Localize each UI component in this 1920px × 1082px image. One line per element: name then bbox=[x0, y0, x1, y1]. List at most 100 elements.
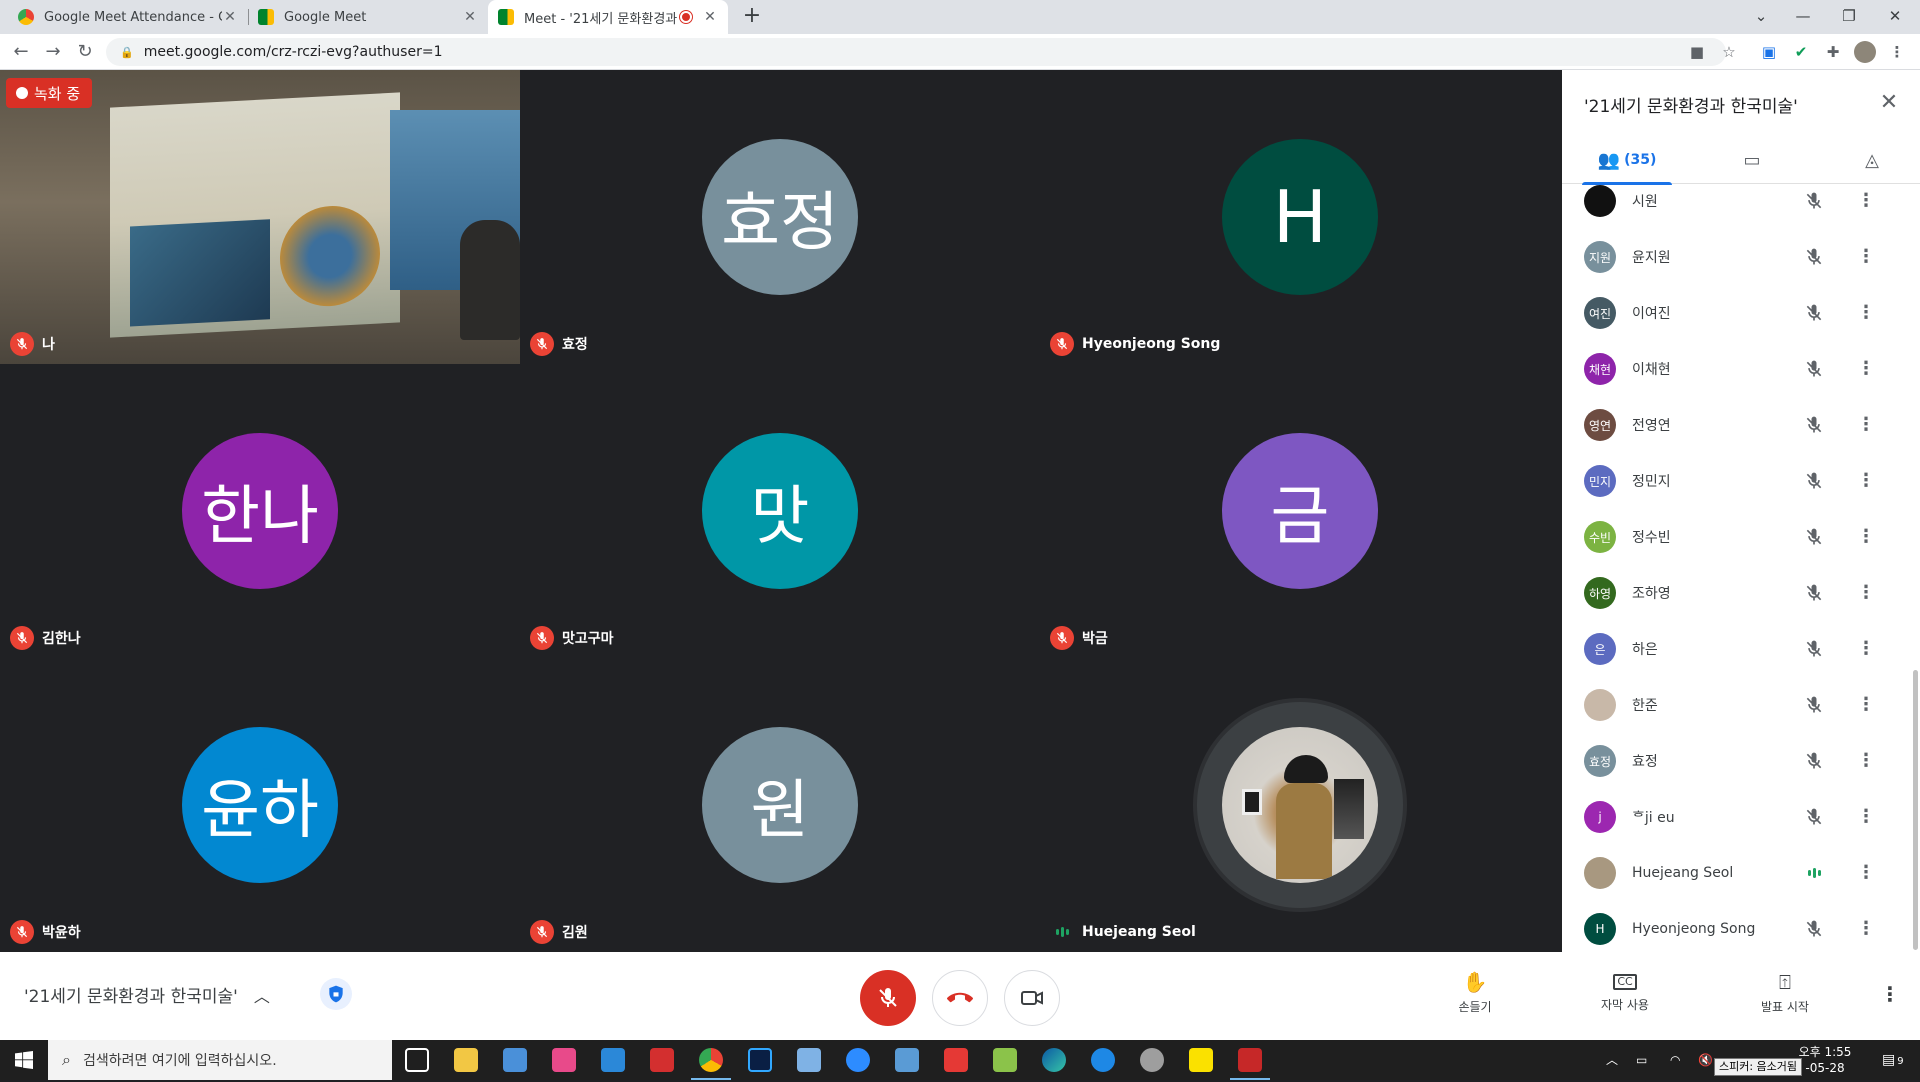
mic-off-icon[interactable] bbox=[1802, 469, 1826, 493]
app-icon[interactable] bbox=[993, 1048, 1017, 1072]
zoom-icon[interactable] bbox=[846, 1048, 870, 1072]
bookmark-star-icon[interactable]: ☆ bbox=[1718, 41, 1740, 63]
camera-toggle-button[interactable] bbox=[1004, 970, 1060, 1026]
tile-participant[interactable]: 한나 김한나 bbox=[0, 364, 520, 658]
participant-row[interactable]: j ᄒji eu ⋮ bbox=[1562, 789, 1920, 845]
close-panel-icon[interactable]: ✕ bbox=[1874, 88, 1904, 118]
battery-icon[interactable]: ▭ bbox=[1636, 1040, 1647, 1080]
app-icon[interactable] bbox=[944, 1048, 968, 1072]
participant-row[interactable]: 수빈 정수빈 ⋮ bbox=[1562, 509, 1920, 565]
participant-row[interactable]: 채현 이채현 ⋮ bbox=[1562, 341, 1920, 397]
new-tab-button[interactable]: + bbox=[738, 0, 766, 34]
more-options-icon[interactable]: ⋮ bbox=[1854, 301, 1878, 325]
more-options-icon[interactable]: ⋮ bbox=[1854, 357, 1878, 381]
mic-off-icon[interactable] bbox=[1802, 525, 1826, 549]
calculator-icon[interactable] bbox=[503, 1048, 527, 1072]
profile-menu-icon[interactable]: ⌄ bbox=[1738, 0, 1784, 34]
mic-off-icon[interactable] bbox=[1802, 637, 1826, 661]
extension-screen-icon[interactable]: ▣ bbox=[1758, 41, 1780, 63]
panel-scrollbar[interactable] bbox=[1913, 670, 1918, 950]
more-options-icon[interactable]: ⋮ bbox=[1854, 693, 1878, 717]
tab-activities[interactable]: ◬ bbox=[1832, 136, 1912, 184]
tile-participant[interactable]: 원 김원 bbox=[520, 658, 1040, 952]
windows-start-icon[interactable] bbox=[0, 1040, 48, 1080]
address-bar[interactable]: 🔒 meet.google.com/crz-rczi-evg?authuser=… bbox=[106, 38, 1726, 66]
participant-row[interactable]: 은 하은 ⋮ bbox=[1562, 621, 1920, 677]
mic-off-icon[interactable] bbox=[1802, 805, 1826, 829]
tab-attendance[interactable]: Google Meet Attendance - Chro ✕ bbox=[8, 0, 248, 34]
photoshop-icon[interactable] bbox=[748, 1048, 772, 1072]
participant-row[interactable]: 한준 ⋮ bbox=[1562, 677, 1920, 733]
mic-off-icon[interactable] bbox=[1802, 189, 1826, 213]
more-options-icon[interactable]: ⋮ bbox=[1854, 861, 1878, 885]
back-button[interactable]: ← bbox=[8, 39, 34, 65]
tab-chat[interactable]: ▭ bbox=[1712, 136, 1792, 184]
maximize-button[interactable]: ❐ bbox=[1826, 0, 1872, 34]
kakaotalk-icon[interactable] bbox=[1189, 1048, 1213, 1072]
host-controls-icon[interactable] bbox=[320, 978, 352, 1010]
more-options-icon[interactable]: ⋮ bbox=[1854, 749, 1878, 773]
browser-menu-icon[interactable]: ⋮ bbox=[1886, 41, 1908, 63]
app-icon[interactable] bbox=[797, 1048, 821, 1072]
more-options-icon[interactable]: ⋮ bbox=[1854, 805, 1878, 829]
more-options-icon[interactable]: ⋮ bbox=[1880, 982, 1900, 1006]
mic-toggle-button[interactable] bbox=[860, 970, 916, 1026]
participant-row[interactable]: 민지 정민지 ⋮ bbox=[1562, 453, 1920, 509]
participant-row[interactable]: 여진 이여진 ⋮ bbox=[1562, 285, 1920, 341]
tile-participant[interactable]: 효정 효정 bbox=[520, 70, 1040, 364]
network-icon[interactable]: ◠ bbox=[1670, 1040, 1680, 1080]
mic-off-icon[interactable] bbox=[1802, 301, 1826, 325]
mic-off-icon[interactable] bbox=[1802, 693, 1826, 717]
chrome-taskbar-icon[interactable] bbox=[691, 1048, 731, 1080]
file-explorer-icon[interactable] bbox=[454, 1048, 478, 1072]
more-options-icon[interactable]: ⋮ bbox=[1854, 245, 1878, 269]
tab-google-meet[interactable]: Google Meet ✕ bbox=[248, 0, 488, 34]
close-tab-icon[interactable]: ✕ bbox=[222, 9, 238, 25]
more-options-icon[interactable]: ⋮ bbox=[1854, 637, 1878, 661]
app-icon[interactable] bbox=[601, 1048, 625, 1072]
leave-call-button[interactable] bbox=[932, 970, 988, 1026]
tile-participant[interactable]: 윤하 박윤하 bbox=[0, 658, 520, 952]
raise-hand-button[interactable]: ✋ 손들기 bbox=[1420, 970, 1530, 1030]
profile-avatar[interactable] bbox=[1854, 41, 1876, 63]
more-options-icon[interactable]: ⋮ bbox=[1854, 581, 1878, 605]
tab-people[interactable]: 👥 (35) bbox=[1582, 136, 1672, 185]
edge-icon[interactable] bbox=[1042, 1048, 1066, 1072]
reload-button[interactable]: ↻ bbox=[72, 39, 98, 65]
taskbar-search[interactable]: ⌕ 검색하려면 여기에 입력하십시오. bbox=[48, 1040, 392, 1080]
settings-gear-icon[interactable] bbox=[1140, 1048, 1164, 1072]
close-tab-icon[interactable]: ✕ bbox=[702, 9, 718, 25]
participant-row[interactable]: 영연 전영연 ⋮ bbox=[1562, 397, 1920, 453]
forward-button[interactable]: → bbox=[40, 39, 66, 65]
extension-check-icon[interactable]: ✔ bbox=[1790, 41, 1812, 63]
app-icon[interactable] bbox=[895, 1048, 919, 1072]
more-options-icon[interactable]: ⋮ bbox=[1854, 525, 1878, 549]
participant-row[interactable]: 효정 효정 ⋮ bbox=[1562, 733, 1920, 789]
pdf-reader-icon[interactable] bbox=[650, 1048, 674, 1072]
extensions-puzzle-icon[interactable]: ✚ bbox=[1822, 41, 1844, 63]
tile-participant[interactable]: 맛 맛고구마 bbox=[520, 364, 1040, 658]
mic-off-icon[interactable] bbox=[1802, 245, 1826, 269]
participant-row[interactable]: 지원 윤지원 ⋮ bbox=[1562, 229, 1920, 285]
more-options-icon[interactable]: ⋮ bbox=[1854, 917, 1878, 941]
task-view-icon[interactable] bbox=[405, 1048, 429, 1072]
minimize-button[interactable]: — bbox=[1780, 0, 1826, 34]
tile-participant[interactable]: 금 박금 bbox=[1040, 364, 1560, 658]
audio-level-icon[interactable] bbox=[1802, 861, 1826, 885]
app-icon[interactable] bbox=[1091, 1048, 1115, 1072]
mic-off-icon[interactable] bbox=[1802, 413, 1826, 437]
close-window-button[interactable]: ✕ bbox=[1872, 0, 1918, 34]
more-options-icon[interactable]: ⋮ bbox=[1854, 469, 1878, 493]
tile-self[interactable]: 녹화 중 나 bbox=[0, 70, 520, 364]
more-options-icon[interactable]: ⋮ bbox=[1854, 413, 1878, 437]
tray-chevron-icon[interactable]: ︿ bbox=[1606, 1040, 1618, 1080]
participant-row[interactable]: 하영 조하영 ⋮ bbox=[1562, 565, 1920, 621]
mic-off-icon[interactable] bbox=[1802, 749, 1826, 773]
tile-participant-speaking[interactable]: Huejeang Seol bbox=[1040, 658, 1560, 952]
tab-meet-active[interactable]: Meet - '21세기 문화환경과 ✕ bbox=[488, 0, 728, 34]
mic-off-icon[interactable] bbox=[1802, 581, 1826, 605]
mic-off-icon[interactable] bbox=[1802, 357, 1826, 381]
participant-row[interactable]: Huejeang Seol ⋮ bbox=[1562, 845, 1920, 901]
camera-in-use-icon[interactable]: ■ bbox=[1686, 41, 1708, 63]
app-icon[interactable] bbox=[1230, 1048, 1270, 1080]
